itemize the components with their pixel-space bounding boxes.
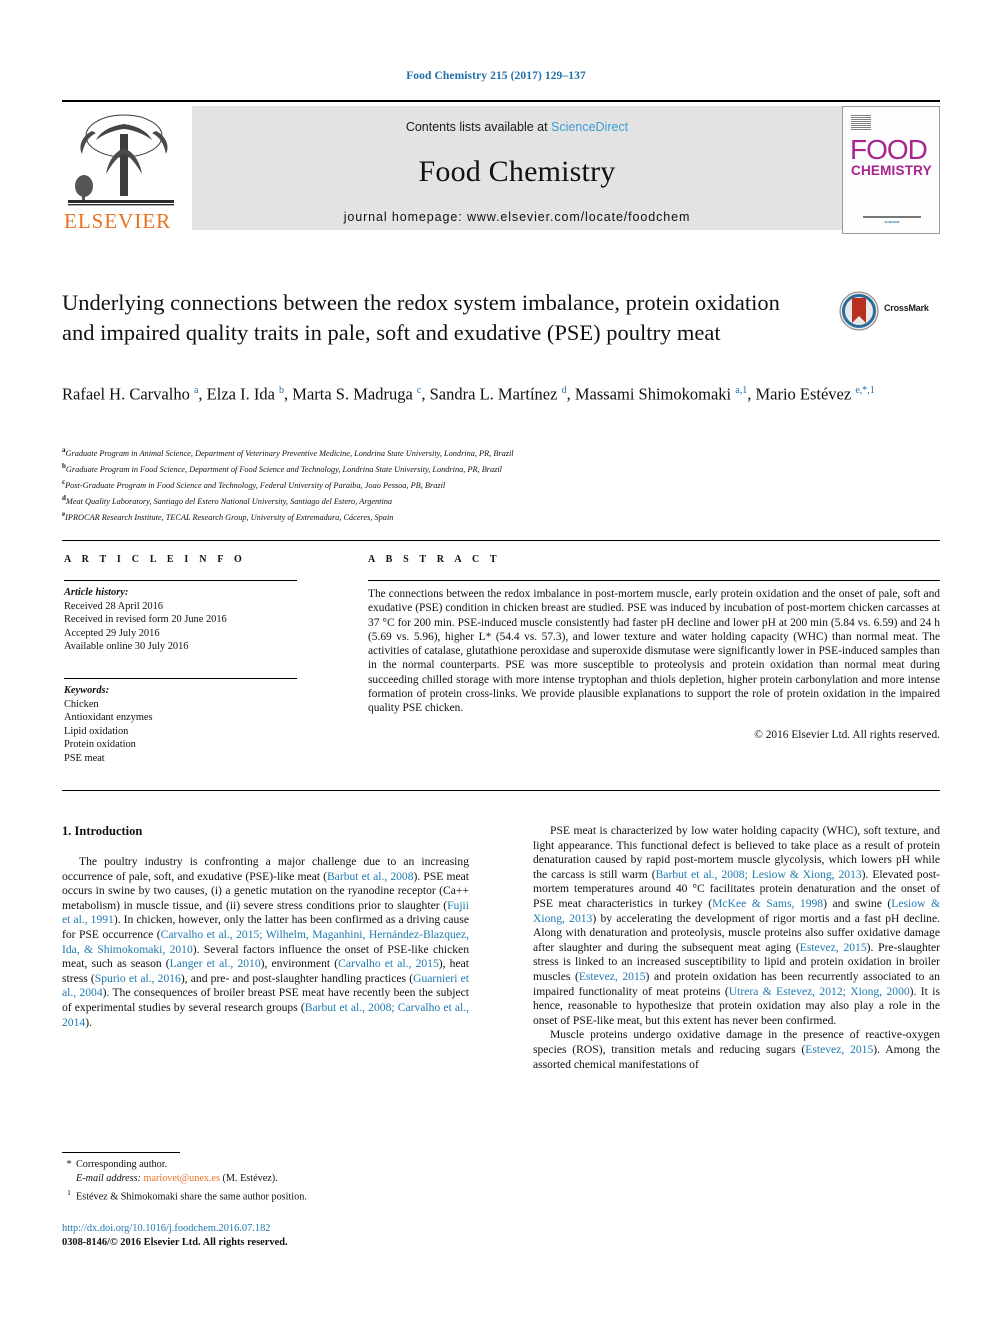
article-info-heading: A R T I C L E I N F O [64,554,246,565]
keyword-item: Antioxidant enzymes [64,712,153,724]
citation-link[interactable]: Spurio et al., 2016 [95,972,181,985]
citation-link[interactable]: Barbut et al., 2008; Lesiow & Xiong, 201… [656,868,862,881]
history-item: Accepted 29 July 2016 [64,627,160,639]
elsevier-wordmark: ELSEVIER [64,209,172,233]
footnote-block: * Corresponding author. E-mail address: m… [62,1158,482,1205]
footnote-shared-position: 1 Estévez & Shimokomaki share the same au… [62,1186,482,1205]
citation-link[interactable]: Barbut et al., 2008 [327,870,414,883]
issn-copyright-line: 0308-8146/© 2016 Elsevier Ltd. All right… [62,1237,288,1248]
body-column-right: PSE meat is characterized by low water h… [533,824,940,1072]
abstract-body: The connections between the redox imbala… [368,587,940,742]
journal-cover-thumbnail[interactable]: FOOD CHEMISTRY ELSEVIER [842,106,940,234]
abstract-copyright: © 2016 Elsevier Ltd. All rights reserved… [754,728,940,741]
affiliation-text: Graduate Program in Food Science, Depart… [65,464,502,474]
journal-homepage[interactable]: journal homepage: www.elsevier.com/locat… [192,210,842,224]
keyword-item: Lipid oxidation [64,725,129,737]
author-list: Rafael H. Carvalho a, Elza I. Ida b, Mar… [62,384,875,404]
affiliation-text: Post-Graduate Program in Food Science an… [65,480,446,490]
cover-footer: ELSEVIER [863,216,921,224]
body-column-left: 1. Introduction The poultry industry is … [62,824,469,1030]
history-item: Available online 30 July 2016 [64,641,189,653]
footnote-text: Estévez & Shimokomaki share the same aut… [76,1191,307,1203]
cover-title-food: FOOD [850,134,928,165]
affiliation-item: bGraduate Program in Food Science, Depar… [62,460,892,476]
body-paragraph: The poultry industry is confronting a ma… [62,855,470,1029]
footnote-text: Corresponding author. [76,1159,168,1170]
abstract-divider [368,580,940,581]
affiliation-list: aGraduate Program in Animal Science, Dep… [62,444,892,524]
citation-link[interactable]: Estevez, 2015 [579,970,646,983]
keyword-item: PSE meat [64,752,105,764]
citation-link[interactable]: Barbut et al., 2008; Carvalho et al., 20… [62,1001,469,1029]
article-history: Article history: Received 28 April 2016 … [64,586,314,654]
footnote-divider [62,1152,180,1153]
keywords-block: Keywords: Chicken Antioxidant enzymes Li… [64,684,314,766]
sciencedirect-link[interactable]: ScienceDirect [551,120,628,134]
email-link[interactable]: mariovet@unex.es [144,1173,220,1184]
crossmark-label: CrossMark [884,303,929,313]
citation-link[interactable]: Utrera & Estevez, 2012; Xiong, 2000 [729,985,910,998]
email-suffix: (M. Estévez). [222,1173,278,1185]
running-head: Food Chemistry 215 (2017) 129–137 [406,70,586,82]
masthead-banner: Contents lists available at ScienceDirec… [192,106,842,230]
affiliation-item: aGraduate Program in Animal Science, Dep… [62,444,892,460]
body-paragraph: Muscle proteins undergo oxidative damage… [533,1028,940,1071]
affiliation-text: Meat Quality Laboratory, Santiago del Es… [65,496,393,506]
page-title: Underlying connections between the redox… [62,290,780,345]
divider-top [62,540,940,541]
doi-link[interactable]: http://dx.doi.org/10.1016/j.foodchem.201… [62,1222,270,1236]
citation-link[interactable]: Fujii et al., 1991 [62,899,469,927]
citation-link[interactable]: Carvalho et al., 2015 [338,957,439,970]
cover-title-chemistry: CHEMISTRY [851,163,932,178]
affiliation-text: IPROCAR Research Institute, TECAL Resear… [65,512,394,522]
elsevier-logo: ELSEVIER [62,106,180,234]
affiliation-text: Graduate Program in Animal Science, Depa… [65,448,514,458]
footnote-mark: * [66,1159,72,1170]
section-heading-introduction: 1. Introduction [62,824,143,838]
crossmark-badge[interactable]: CrossMark [838,290,942,334]
affiliation-item: cPost-Graduate Program in Food Science a… [62,476,892,492]
crossmark-icon [839,291,879,331]
contents-line: Contents lists available at ScienceDirec… [192,120,842,134]
email-label: E-mail address: [76,1173,141,1185]
footnote-corresponding: * Corresponding author. [62,1158,482,1172]
article-page: Food Chemistry 215 (2017) 129–137 ELSEVI… [0,0,992,1323]
abstract-text: The connections between the redox imbala… [368,588,940,715]
article-history-label: Article history: [64,587,129,598]
divider-bottom [62,790,940,791]
history-item: Received in revised form 20 June 2016 [64,614,227,626]
keyword-item: Chicken [64,698,99,710]
footnote-email: E-mail address: mariovet@unex.es (M. Est… [62,1172,482,1186]
affiliation-item: eIPROCAR Research Institute, TECAL Resea… [62,508,892,524]
keyword-item: Protein oxidation [64,739,136,751]
body-paragraph: PSE meat is characterized by low water h… [533,824,941,1027]
journal-masthead: ELSEVIER Contents lists available at Sci… [62,100,940,237]
footnote-mark: 1 [67,1188,71,1198]
citation-link[interactable]: Langer et al., 2010 [170,957,261,970]
journal-title: Food Chemistry [418,155,616,188]
keywords-label: Keywords: [64,685,110,696]
cover-emblem-icon [851,114,871,130]
citation-link[interactable]: McKee & Sams, 1998 [712,897,823,910]
affiliation-item: dMeat Quality Laboratory, Santiago del E… [62,492,892,508]
contents-prefix: Contents lists available at [405,120,552,134]
citation-link[interactable]: Carvalho et al., 2015; Wilhelm, Maganhin… [62,928,469,956]
history-item: Received 28 April 2016 [64,600,163,612]
citation-link[interactable]: Estevez, 2015 [805,1043,873,1056]
citation-link[interactable]: Estevez, 2015 [800,941,867,954]
info-divider [64,580,297,581]
abstract-heading: A B S T R A C T [368,554,501,565]
keywords-divider [64,678,297,679]
